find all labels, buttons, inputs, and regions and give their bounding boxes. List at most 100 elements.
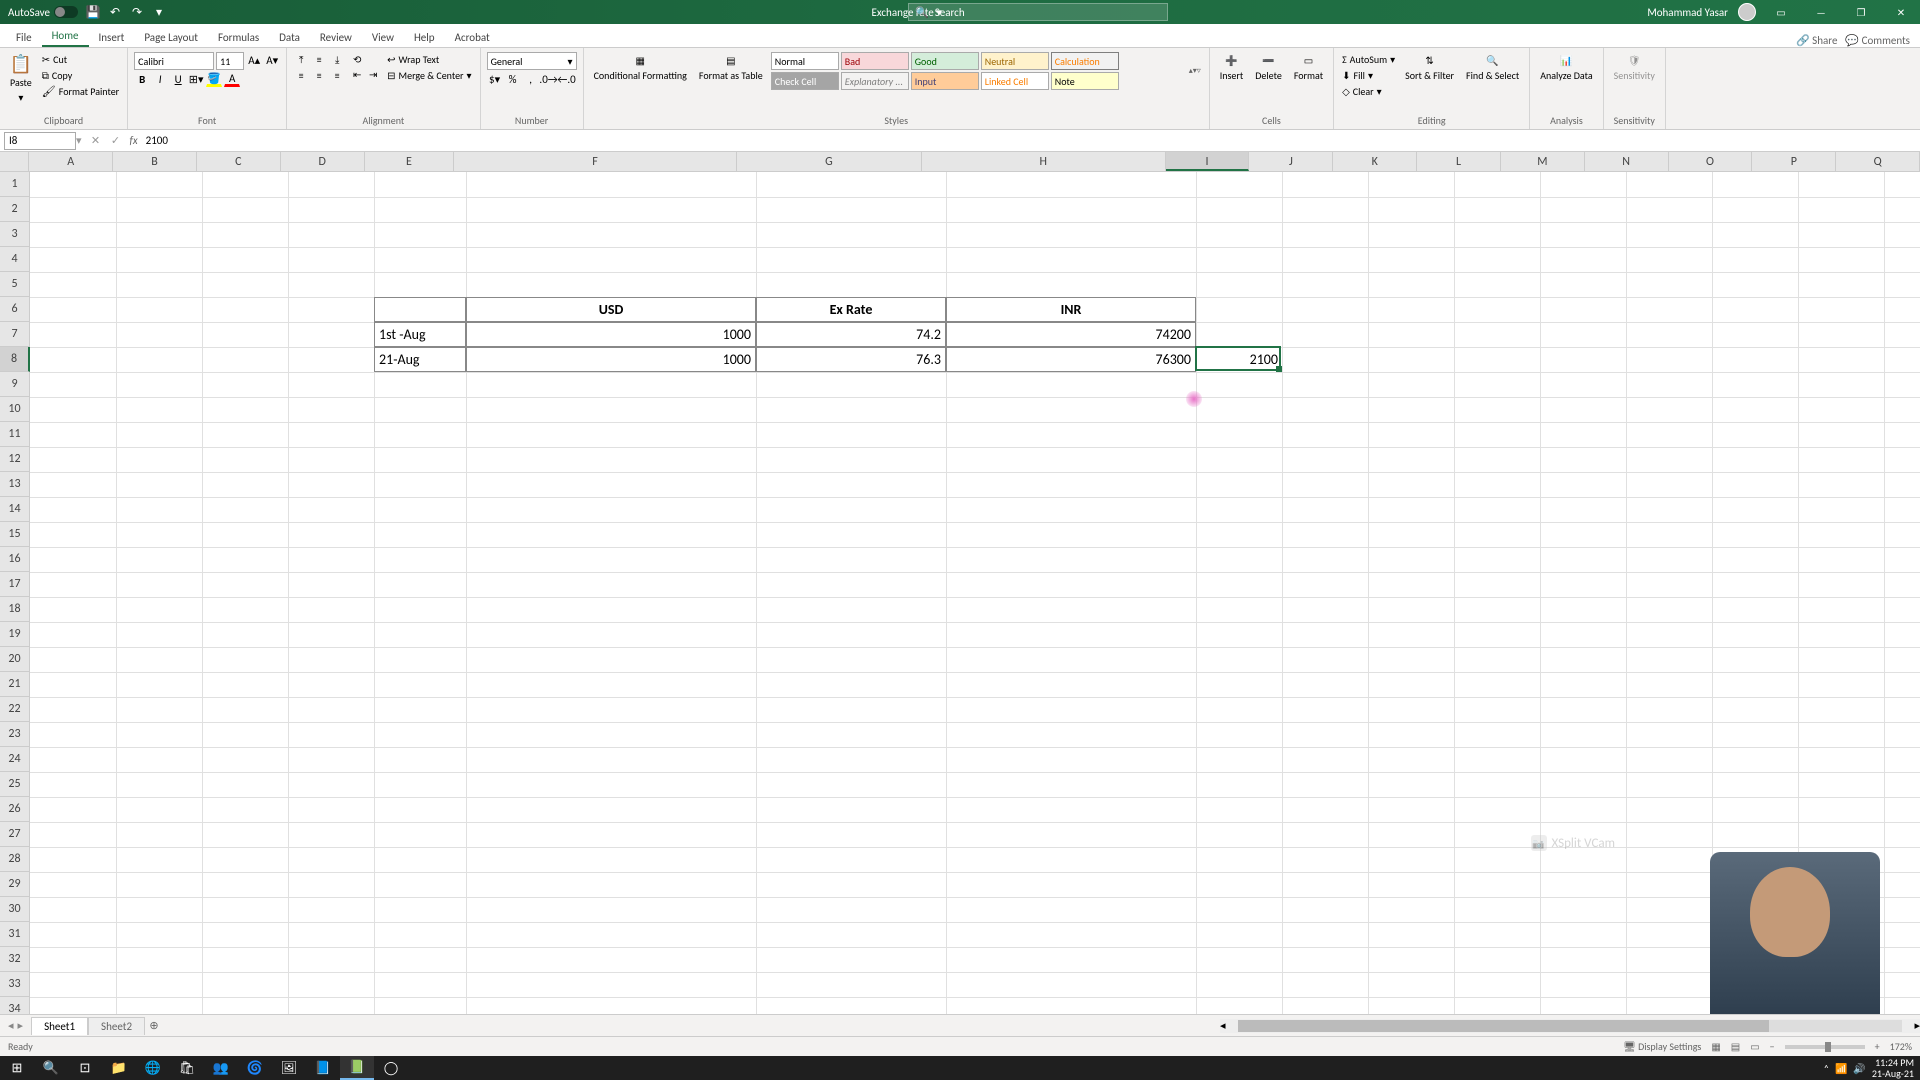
merge-center-button[interactable]: ⊟ Merge & Center ▾ bbox=[385, 68, 473, 83]
user-name[interactable]: Mohammad Yasar bbox=[1647, 6, 1728, 19]
formula-input[interactable]: 2100 bbox=[142, 134, 1920, 147]
share-button[interactable]: 🔗 Share bbox=[1796, 34, 1837, 47]
col-header-J[interactable]: J bbox=[1249, 152, 1333, 171]
increase-indent-icon[interactable]: ⇥ bbox=[365, 67, 381, 81]
align-center-icon[interactable]: ≡ bbox=[311, 68, 327, 82]
tab-insert[interactable]: Insert bbox=[89, 28, 135, 47]
decrease-indent-icon[interactable]: ⇤ bbox=[349, 67, 365, 81]
number-format-select[interactable]: General▾ bbox=[487, 52, 577, 70]
tab-formulas[interactable]: Formulas bbox=[208, 28, 269, 47]
format-painter-button[interactable]: Format Painter bbox=[40, 84, 121, 99]
row-header-30[interactable]: 30 bbox=[0, 897, 30, 922]
zoom-slider[interactable] bbox=[1785, 1045, 1865, 1049]
row-header-14[interactable]: 14 bbox=[0, 497, 30, 522]
photos-icon[interactable]: 🖼 bbox=[272, 1056, 306, 1080]
row-header-12[interactable]: 12 bbox=[0, 447, 30, 472]
style-neutral[interactable]: Neutral bbox=[981, 52, 1049, 70]
view-page-break-icon[interactable]: ▭ bbox=[1750, 1040, 1759, 1053]
row-header-16[interactable]: 16 bbox=[0, 547, 30, 572]
row-header-19[interactable]: 19 bbox=[0, 622, 30, 647]
comma-icon[interactable]: , bbox=[523, 71, 539, 87]
tab-home[interactable]: Home bbox=[42, 26, 89, 47]
cell-E8[interactable]: 21-Aug bbox=[374, 347, 466, 372]
excel-icon[interactable]: 📗 bbox=[340, 1056, 374, 1080]
add-sheet-button[interactable]: ⊕ bbox=[145, 1019, 163, 1032]
cell-G6[interactable]: Ex Rate bbox=[756, 297, 946, 322]
delete-cells-button[interactable]: ➖Delete bbox=[1251, 52, 1286, 84]
cell-I8[interactable]: 2100 bbox=[1196, 347, 1282, 372]
view-normal-icon[interactable]: ▦ bbox=[1711, 1040, 1720, 1053]
row-header-27[interactable]: 27 bbox=[0, 822, 30, 847]
bold-button[interactable]: B bbox=[134, 71, 150, 87]
style-calculation[interactable]: Calculation bbox=[1051, 52, 1119, 70]
row-header-28[interactable]: 28 bbox=[0, 847, 30, 872]
ribbon-display-icon[interactable]: ▭ bbox=[1766, 0, 1796, 24]
tab-file[interactable]: File bbox=[6, 28, 42, 47]
cell-G8[interactable]: 76.3 bbox=[756, 347, 946, 372]
row-header-6[interactable]: 6 bbox=[0, 297, 30, 322]
undo-icon[interactable]: ↶ bbox=[108, 5, 122, 19]
row-header-5[interactable]: 5 bbox=[0, 272, 30, 297]
chrome-icon[interactable]: 🌐 bbox=[136, 1056, 170, 1080]
fill-color-button[interactable]: 🪣 bbox=[206, 71, 222, 87]
underline-button[interactable]: U bbox=[170, 71, 186, 87]
row-header-25[interactable]: 25 bbox=[0, 772, 30, 797]
save-icon[interactable]: 💾 bbox=[86, 5, 100, 19]
search-taskbar-icon[interactable]: 🔍 bbox=[34, 1056, 68, 1080]
currency-icon[interactable]: $▾ bbox=[487, 71, 503, 87]
row-header-33[interactable]: 33 bbox=[0, 972, 30, 997]
tab-data[interactable]: Data bbox=[269, 28, 310, 47]
autosum-button[interactable]: Σ AutoSum ▾ bbox=[1340, 52, 1397, 67]
scrollbar-thumb[interactable] bbox=[1238, 1020, 1770, 1032]
find-select-button[interactable]: 🔍Find & Select bbox=[1462, 52, 1523, 84]
style-linked-cell[interactable]: Linked Cell bbox=[981, 72, 1049, 90]
format-cells-button[interactable]: ▭Format bbox=[1290, 52, 1327, 84]
edge-icon[interactable]: 🌀 bbox=[238, 1056, 272, 1080]
tab-view[interactable]: View bbox=[362, 28, 404, 47]
copy-button[interactable]: Copy bbox=[40, 68, 121, 83]
cell-F6[interactable]: USD bbox=[466, 297, 756, 322]
explorer-icon[interactable]: 📁 bbox=[102, 1056, 136, 1080]
tab-help[interactable]: Help bbox=[404, 28, 445, 47]
col-header-A[interactable]: A bbox=[29, 152, 113, 171]
row-header-18[interactable]: 18 bbox=[0, 597, 30, 622]
col-header-N[interactable]: N bbox=[1585, 152, 1669, 171]
col-header-M[interactable]: M bbox=[1501, 152, 1585, 171]
row-header-11[interactable]: 11 bbox=[0, 422, 30, 447]
row-header-9[interactable]: 9 bbox=[0, 372, 30, 397]
col-header-C[interactable]: C bbox=[197, 152, 281, 171]
row-header-32[interactable]: 32 bbox=[0, 947, 30, 972]
redo-icon[interactable]: ↷ bbox=[130, 5, 144, 19]
zoom-level[interactable]: 172% bbox=[1890, 1040, 1912, 1053]
store-icon[interactable]: 🛍 bbox=[170, 1056, 204, 1080]
row-header-20[interactable]: 20 bbox=[0, 647, 30, 672]
task-view-icon[interactable]: ⊡ bbox=[68, 1056, 102, 1080]
fill-button[interactable]: ⬇ Fill ▾ bbox=[1340, 68, 1397, 83]
start-button[interactable]: ⊞ bbox=[0, 1056, 34, 1080]
analyze-data-button[interactable]: 📊Analyze Data bbox=[1536, 52, 1596, 84]
row-header-23[interactable]: 23 bbox=[0, 722, 30, 747]
align-middle-icon[interactable]: ≡ bbox=[311, 52, 327, 66]
maximize-icon[interactable]: ❐ bbox=[1846, 0, 1876, 24]
row-header-1[interactable]: 1 bbox=[0, 172, 30, 197]
style-normal[interactable]: Normal bbox=[771, 52, 839, 70]
clear-button[interactable]: ◇ Clear ▾ bbox=[1340, 84, 1397, 99]
col-header-H[interactable]: H bbox=[922, 152, 1166, 171]
tray-chevron-icon[interactable]: ˄ bbox=[1824, 1062, 1829, 1075]
clock[interactable]: 11:24 PM 21-Aug-21 bbox=[1872, 1057, 1914, 1079]
row-header-24[interactable]: 24 bbox=[0, 747, 30, 772]
sort-filter-button[interactable]: ⇅Sort & Filter bbox=[1401, 52, 1458, 84]
cell-H6[interactable]: INR bbox=[946, 297, 1196, 322]
teams-icon[interactable]: 👥 bbox=[204, 1056, 238, 1080]
percent-icon[interactable]: % bbox=[505, 71, 521, 87]
row-header-17[interactable]: 17 bbox=[0, 572, 30, 597]
borders-button[interactable]: ⊞▾ bbox=[188, 71, 204, 87]
cell-H8[interactable]: 76300 bbox=[946, 347, 1196, 372]
row-header-13[interactable]: 13 bbox=[0, 472, 30, 497]
col-header-Q[interactable]: Q bbox=[1836, 152, 1920, 171]
insert-cells-button[interactable]: ➕Insert bbox=[1216, 52, 1248, 84]
row-header-3[interactable]: 3 bbox=[0, 222, 30, 247]
align-top-icon[interactable]: ⤒ bbox=[293, 52, 309, 66]
sheet-tab-sheet2[interactable]: Sheet2 bbox=[88, 1017, 145, 1035]
font-name-select[interactable]: Calibri bbox=[134, 52, 214, 70]
